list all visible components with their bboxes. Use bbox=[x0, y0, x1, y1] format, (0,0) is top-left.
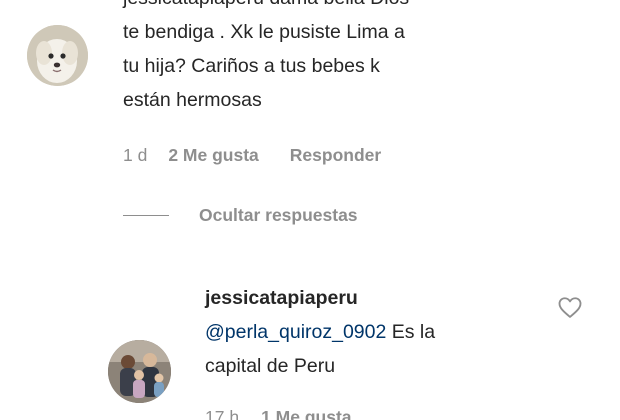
comment-likes-count[interactable]: 2 Me gusta bbox=[168, 145, 258, 166]
reply-username[interactable]: jessicatapiaperu bbox=[205, 287, 358, 309]
comment-line-1: te bendiga . Xk le pusiste Lima a bbox=[123, 21, 405, 43]
commenter-avatar[interactable] bbox=[27, 25, 88, 86]
hide-replies-button[interactable]: Ocultar respuestas bbox=[123, 205, 358, 226]
reply-username-line: jessicatapiaperu bbox=[205, 281, 545, 315]
comment-line-3: están hermosas bbox=[123, 89, 262, 111]
hide-replies-divider bbox=[123, 215, 169, 216]
comment-line-0: jessicatapiaperu dama bella Dios bbox=[123, 0, 503, 15]
comment-meta: 1 d 2 Me gusta Responder bbox=[123, 145, 381, 166]
reply-time[interactable]: 17 h bbox=[205, 407, 239, 420]
dog-avatar-image bbox=[27, 25, 88, 86]
comment-line-2: tu hija? Cariños a tus bebes k bbox=[123, 55, 380, 77]
family-photo-image bbox=[108, 340, 171, 403]
reply-line-2: capital de Peru bbox=[205, 355, 336, 377]
comment-time[interactable]: 1 d bbox=[123, 145, 147, 166]
reply-text: jessicatapiaperu @perla_quiroz_0902 Es l… bbox=[205, 281, 545, 383]
reply-button[interactable]: Responder bbox=[290, 145, 381, 166]
hide-replies-label: Ocultar respuestas bbox=[199, 205, 358, 225]
reply-text-rest: Es la bbox=[386, 321, 436, 343]
comments-panel: jessicatapiaperu dama bella Dios te bend… bbox=[0, 0, 620, 420]
reply-line-1: @perla_quiroz_0902 Es la bbox=[205, 315, 545, 349]
heart-outline-icon[interactable] bbox=[556, 293, 584, 321]
reply-mention-link[interactable]: @perla_quiroz_0902 bbox=[205, 321, 386, 343]
comment-text: jessicatapiaperu dama bella Dios te bend… bbox=[123, 0, 503, 117]
reply-likes-count[interactable]: 1 Me gusta bbox=[261, 407, 351, 420]
reply-meta: 17 h 1 Me gusta bbox=[205, 407, 352, 420]
reply-avatar[interactable] bbox=[108, 340, 171, 403]
